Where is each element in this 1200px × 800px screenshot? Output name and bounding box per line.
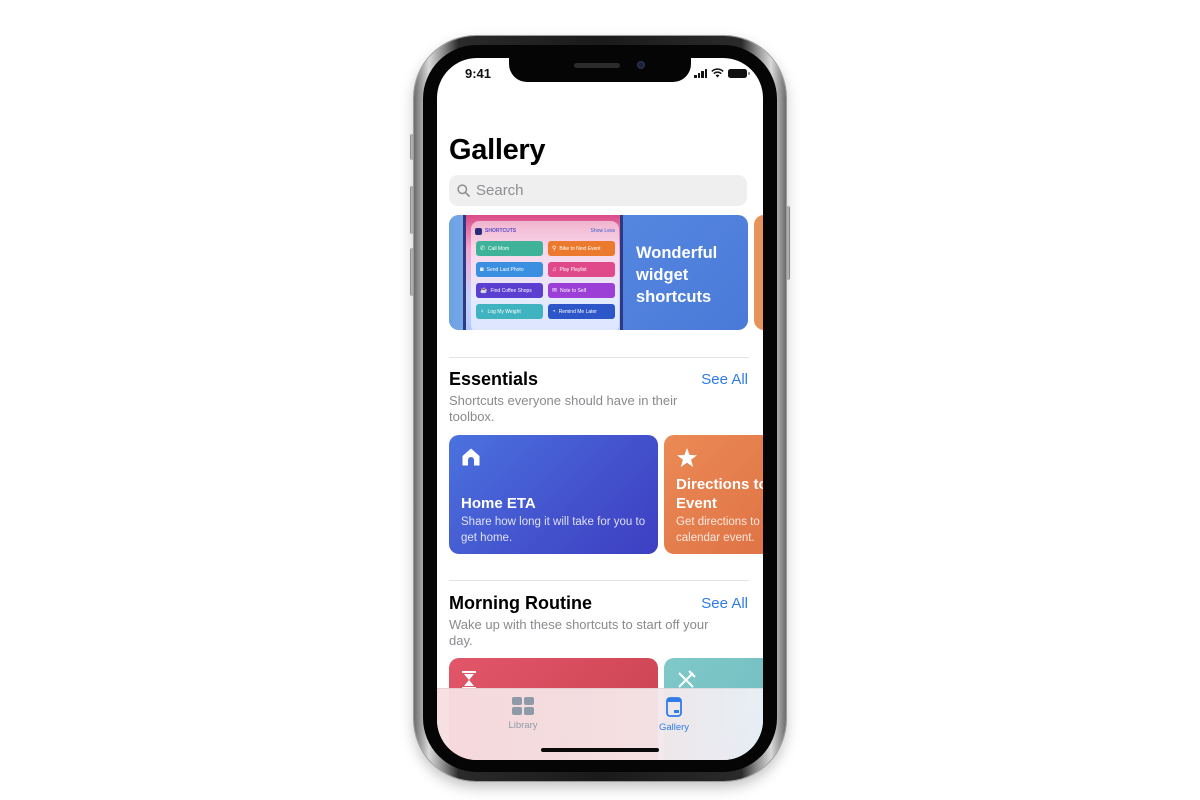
widget-shortcut-button: ◙ Send Last Photo bbox=[476, 262, 543, 277]
card-title: Directions to Event bbox=[676, 476, 763, 512]
widget-shortcut-label: Send Last Photo bbox=[486, 266, 524, 273]
hourglass-icon bbox=[462, 671, 476, 689]
coffee-cup-icon: ☕ bbox=[480, 288, 488, 294]
notch bbox=[509, 58, 691, 82]
widget-shortcut-label: Find Coffee Shops bbox=[490, 287, 532, 294]
wifi-icon bbox=[711, 68, 724, 78]
camera-icon: ◙ bbox=[480, 266, 484, 273]
star-icon bbox=[677, 448, 697, 467]
tab-library[interactable]: Library bbox=[483, 697, 563, 731]
search-bar[interactable] bbox=[449, 175, 747, 206]
section-title-morning-routine: Morning Routine bbox=[449, 593, 592, 613]
clock-icon: ◔ bbox=[552, 308, 556, 315]
card-description: Share how long it will take for you to g… bbox=[461, 516, 646, 544]
status-time: 9:41 bbox=[465, 66, 492, 81]
widget-shortcut-button: ♫ Play Playlist bbox=[548, 262, 615, 277]
section-subtitle-essentials: Shortcuts everyone should have in their … bbox=[449, 393, 678, 424]
widget-shortcut-label: Log My Weight bbox=[487, 308, 521, 315]
card-title: Home ETA bbox=[461, 495, 536, 512]
featured-banner[interactable]: SHORTCUTS Show Less ✆ Call Mom ⚲ Bike to Ne… bbox=[449, 215, 748, 330]
power-button bbox=[786, 206, 790, 280]
widget-preview: SHORTCUTS Show Less ✆ Call Mom ⚲ Bike to Ne… bbox=[471, 221, 619, 330]
envelope-icon: ✉ bbox=[552, 288, 558, 294]
shortcuts-app-icon bbox=[475, 227, 482, 235]
widget-shortcut-button: ♀ Log My Weight bbox=[476, 304, 543, 319]
card-description: Get directions to calendar event. bbox=[676, 516, 760, 544]
section-subtitle-morning-routine: Wake up with these shortcuts to start of… bbox=[449, 617, 709, 648]
battery-icon bbox=[728, 68, 750, 78]
featured-title: Wonderful widget shortcuts bbox=[636, 244, 718, 306]
widget-shortcut-label: Call Mom bbox=[488, 245, 510, 252]
phone-icon: ✆ bbox=[480, 246, 486, 252]
section-divider bbox=[449, 580, 749, 581]
speaker-grille bbox=[574, 63, 620, 68]
widget-app-name: SHORTCUTS bbox=[475, 227, 517, 235]
widget-shortcut-button: ✉ Note to Self bbox=[548, 283, 615, 298]
widget-shortcut-label: Bike to Next Event bbox=[559, 245, 601, 252]
widget-shortcut-label: Note to Self bbox=[560, 287, 587, 294]
see-all-essentials-link[interactable]: See All bbox=[701, 371, 748, 388]
person-icon: ♀ bbox=[480, 308, 485, 315]
search-icon bbox=[457, 184, 470, 197]
shortcut-card-directions-to-event[interactable]: Directions to Event Get directions to ca… bbox=[664, 435, 763, 554]
widget-app-label: SHORTCUTS bbox=[485, 228, 517, 234]
widget-shortcut-button: ⚲ Bike to Next Event bbox=[548, 241, 615, 256]
gallery-icon bbox=[666, 697, 682, 717]
fork-knife-icon bbox=[678, 670, 696, 688]
location-pin-icon: ⚲ bbox=[552, 246, 557, 252]
tab-gallery[interactable]: Gallery bbox=[634, 697, 714, 733]
status-icons bbox=[694, 68, 750, 78]
page-title: Gallery bbox=[449, 134, 546, 166]
see-all-morning-routine-link[interactable]: See All bbox=[701, 595, 748, 612]
widget-shortcut-label: Remind Me Later bbox=[558, 308, 597, 315]
featured-carousel[interactable]: SHORTCUTS Show Less ✆ Call Mom ⚲ Bike to Ne… bbox=[449, 215, 763, 330]
widget-header: SHORTCUTS Show Less bbox=[475, 225, 615, 237]
widget-shortcut-button: ◔ Remind Me Later bbox=[548, 304, 615, 319]
widget-shortcut-label: Play Playlist bbox=[559, 266, 587, 273]
grid-icon bbox=[512, 697, 534, 715]
front-camera bbox=[637, 61, 645, 69]
tab-label: Library bbox=[508, 720, 538, 731]
cellular-signal-icon bbox=[694, 68, 707, 78]
stage: 9:41 Gallery Search SHORTCUTS Show Less … bbox=[0, 0, 1200, 800]
next-featured-banner[interactable] bbox=[754, 215, 763, 330]
widget-show-less: Show Less bbox=[590, 228, 615, 234]
shortcut-card-home-eta[interactable]: Home ETA Share how long it will take for… bbox=[449, 435, 658, 554]
music-note-icon: ♫ bbox=[552, 266, 557, 273]
phone-screen: 9:41 Gallery Search SHORTCUTS Show Less … bbox=[437, 58, 763, 760]
tab-label: Gallery bbox=[658, 722, 690, 733]
widget-shortcut-button: ☕ Find Coffee Shops bbox=[476, 283, 543, 298]
house-icon bbox=[462, 448, 480, 466]
section-divider bbox=[449, 357, 749, 358]
search-input[interactable] bbox=[476, 182, 716, 199]
home-indicator[interactable] bbox=[541, 748, 659, 752]
widget-shortcut-button: ✆ Call Mom bbox=[476, 241, 543, 256]
section-title-essentials: Essentials bbox=[449, 369, 539, 389]
